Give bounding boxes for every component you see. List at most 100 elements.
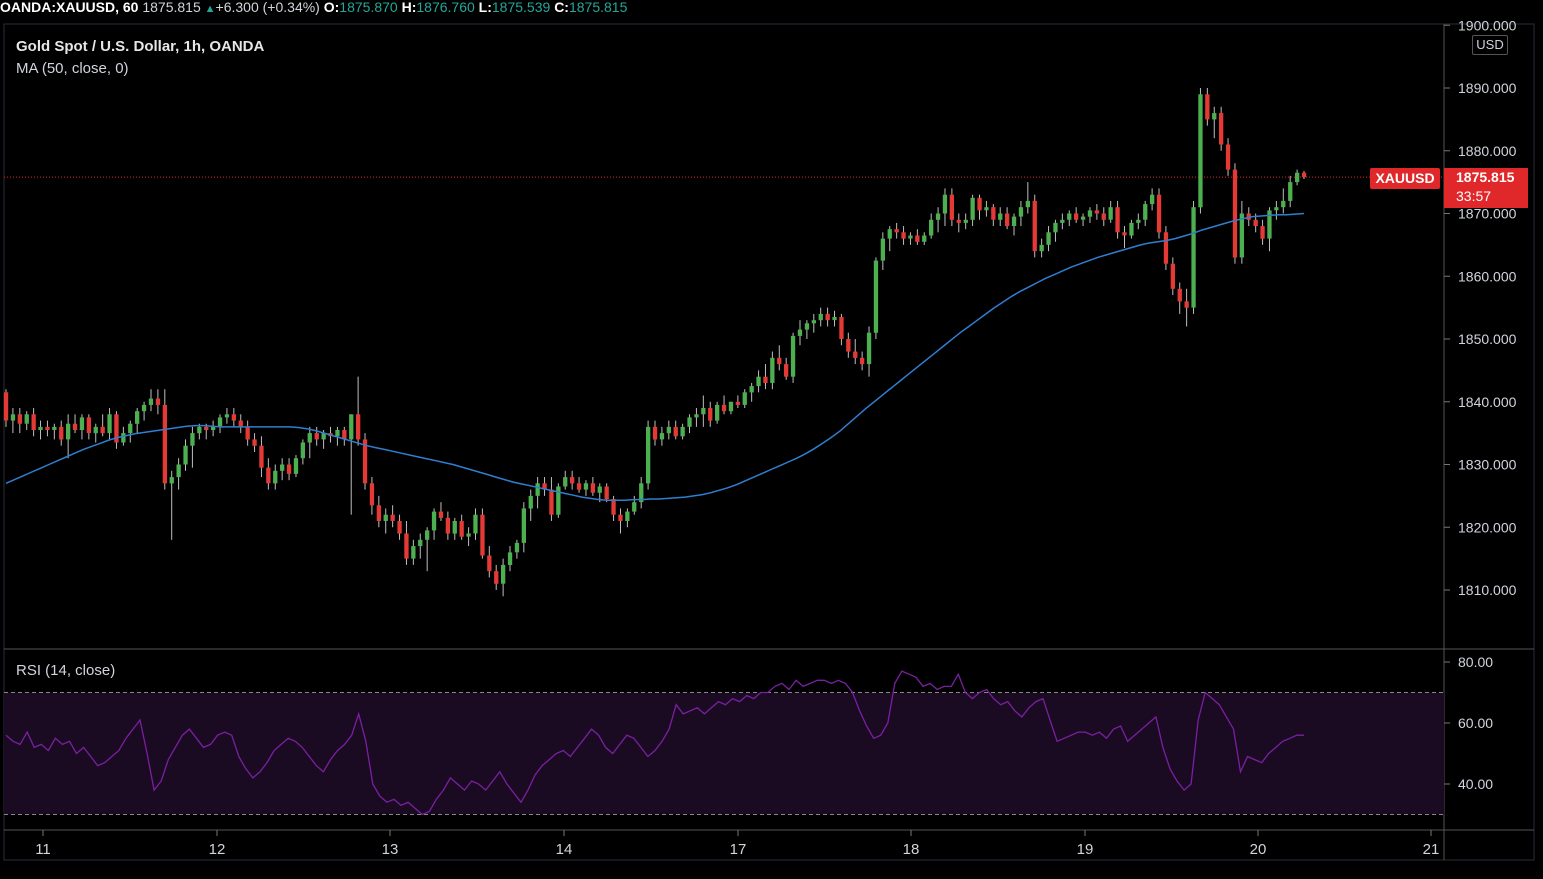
candle (825, 307, 830, 327)
candle (563, 470, 568, 490)
candle-body (314, 433, 319, 440)
candle (45, 420, 50, 437)
candle (1018, 200, 1024, 227)
candle-body (576, 483, 582, 490)
candle (1184, 288, 1189, 327)
candle (1136, 213, 1141, 230)
candle (1260, 219, 1265, 245)
candle (300, 439, 305, 465)
candle (991, 204, 996, 227)
candle-body (245, 426, 250, 440)
candle-body (148, 398, 154, 405)
candle-body (259, 445, 264, 468)
candle-body (949, 194, 954, 220)
candle (31, 408, 36, 437)
candle-body (418, 539, 423, 547)
rsi-tick-label: 60.00 (1458, 715, 1493, 731)
time-tick-label: 13 (382, 841, 399, 858)
candle (811, 313, 816, 333)
candle (1046, 226, 1051, 252)
candle (314, 426, 319, 446)
candle (1150, 188, 1155, 211)
candle-body (846, 339, 851, 352)
candle (639, 477, 644, 509)
rsi-pane[interactable] (4, 670, 1444, 816)
candle-body (963, 219, 968, 223)
candle-body (217, 417, 223, 427)
candle (362, 433, 368, 490)
candle-body (701, 408, 706, 415)
candle-body (307, 433, 312, 443)
candle (1163, 226, 1169, 270)
candle-body (853, 351, 858, 358)
candle-body (604, 486, 609, 500)
candle (135, 408, 140, 434)
candle-body (1225, 144, 1231, 170)
candle (1177, 282, 1182, 314)
candle (466, 527, 471, 547)
candle (970, 194, 975, 227)
candle (286, 458, 292, 481)
candle (542, 477, 547, 496)
candle (901, 226, 906, 245)
candle-body (383, 514, 388, 521)
rsi-legend[interactable]: RSI (14, close) (16, 662, 115, 679)
candle-body (1087, 210, 1093, 217)
candle (342, 426, 347, 446)
candle (887, 226, 892, 252)
candle (687, 414, 692, 434)
candle (252, 433, 257, 452)
candle (266, 458, 271, 490)
time-tick-label: 14 (556, 841, 573, 858)
candle (1267, 207, 1272, 252)
candle-body (1115, 207, 1120, 233)
candle-body (459, 521, 464, 537)
candle-body (735, 401, 740, 405)
candle (1156, 188, 1162, 239)
price-tick-label: 1820.000 (1458, 519, 1517, 535)
candle-body (1177, 288, 1182, 302)
candle (148, 389, 154, 412)
rsi-band-fill (4, 692, 1444, 815)
candle-body (915, 235, 920, 242)
candle (231, 408, 236, 427)
candle-body (715, 404, 720, 421)
candle-body (1074, 213, 1079, 220)
candle (501, 558, 506, 597)
candle-body (632, 502, 637, 512)
candle (383, 508, 388, 534)
candle-body (922, 235, 927, 242)
candle (694, 408, 699, 427)
candle-body (1191, 207, 1196, 308)
price-pane[interactable] (3, 88, 1444, 597)
candle-body (273, 470, 278, 484)
candle-body (666, 426, 671, 434)
time-tick-label: 12 (209, 841, 226, 858)
currency-button[interactable]: USD (1472, 35, 1508, 55)
candle (507, 546, 513, 572)
candle-body (183, 445, 188, 465)
candle-body (356, 414, 361, 440)
candle-body (107, 414, 112, 434)
candle-body (1129, 222, 1134, 236)
candle (349, 414, 354, 515)
price-chart[interactable]: 1900.0001890.0001880.0001870.0001860.000… (0, 0, 1543, 879)
candle (1039, 238, 1044, 258)
candle (570, 470, 575, 490)
candle-body (1136, 219, 1141, 223)
ma-legend[interactable]: MA (50, close, 0) (16, 60, 129, 77)
candle-body (162, 404, 167, 484)
candle (1094, 204, 1099, 220)
candle-body (438, 511, 444, 518)
candle (17, 408, 22, 434)
current-price-tag: 1875.815 33:57 (1444, 168, 1528, 208)
candle (480, 508, 485, 559)
candle-body (583, 483, 589, 490)
candle-body (673, 426, 678, 437)
time-tick-label: 18 (903, 841, 920, 858)
candle (1115, 200, 1120, 239)
candle (721, 395, 727, 415)
candle-body (224, 414, 230, 418)
candle (1053, 219, 1058, 242)
candle (680, 423, 685, 440)
